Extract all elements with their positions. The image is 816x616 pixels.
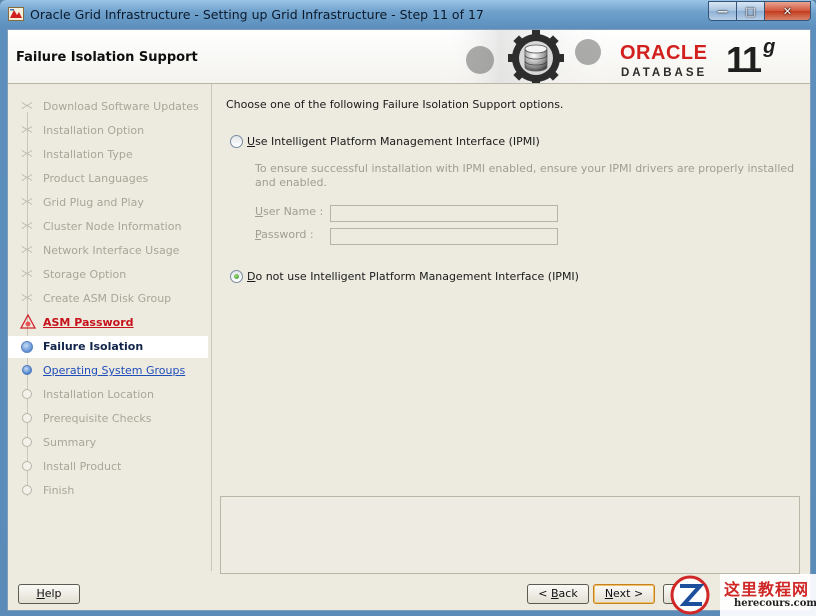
watermark-text: 这里教程网 xyxy=(724,580,810,599)
version-11g: 11 g xyxy=(726,36,775,80)
step-status-icon xyxy=(22,101,32,111)
nav-step-label: Prerequisite Checks xyxy=(43,412,152,425)
step-status-icon xyxy=(21,341,33,353)
username-field[interactable] xyxy=(330,205,558,222)
oracle-logo: ORACLE xyxy=(620,42,708,64)
step-status-icon xyxy=(22,413,32,423)
nav-step-network-interface-usage: Network Interface Usage xyxy=(8,240,208,262)
nav-step-label: Download Software Updates xyxy=(43,100,199,113)
back-button[interactable]: < Back xyxy=(527,584,589,604)
nav-step-create-asm-disk-group: Create ASM Disk Group xyxy=(8,288,208,310)
nav-step-installation-type: Installation Type xyxy=(8,144,208,166)
nav-step-label: Product Languages xyxy=(43,172,149,185)
step-status-icon xyxy=(22,437,32,447)
nav-step-summary: Summary xyxy=(8,432,208,454)
database-wordmark: DATABASE xyxy=(621,67,708,79)
main-content-panel: Choose one of the following Failure Isol… xyxy=(211,84,807,574)
nav-step-label: Installation Option xyxy=(43,124,145,137)
nav-step-cluster-node-information: Cluster Node Information xyxy=(8,216,208,238)
warning-icon xyxy=(20,314,36,329)
nav-step-install-product: Install Product xyxy=(8,456,208,478)
minimize-button[interactable]: — xyxy=(708,1,737,21)
step-status-icon xyxy=(22,269,32,279)
step-status-icon xyxy=(22,485,32,495)
nav-step-label: Summary xyxy=(43,436,97,449)
step-status-icon xyxy=(22,173,32,183)
step-status-icon xyxy=(22,389,32,399)
step-status-icon xyxy=(22,365,32,375)
nav-step-label: Cluster Node Information xyxy=(43,220,182,233)
step-status-icon xyxy=(22,125,32,135)
nav-step-installation-option: Installation Option xyxy=(8,120,208,142)
password-label: Password : xyxy=(255,228,314,241)
header-banner: Failure Isolation Support ORACLE DATABAS… xyxy=(8,30,810,84)
nav-step-failure-isolation[interactable]: Failure Isolation xyxy=(8,336,208,358)
no-ipmi-radio[interactable] xyxy=(230,270,243,283)
use-ipmi-radio[interactable] xyxy=(230,135,243,148)
nav-step-label: Network Interface Usage xyxy=(43,244,180,257)
step-status-icon xyxy=(22,245,32,255)
next-button[interactable]: Next > xyxy=(593,584,655,604)
no-ipmi-label[interactable]: Do not use Intelligent Platform Manageme… xyxy=(247,270,579,283)
nav-step-prerequisite-checks: Prerequisite Checks xyxy=(8,408,208,430)
nav-step-label: Finish xyxy=(43,484,75,497)
watermark-url: herecours.com xyxy=(734,598,816,609)
nav-step-label: Create ASM Disk Group xyxy=(43,292,172,305)
nav-step-label[interactable]: Failure Isolation xyxy=(43,340,143,353)
title-bar[interactable]: Oracle Grid Infrastructure - Setting up … xyxy=(0,0,816,28)
window-controls: — □ ✕ xyxy=(708,1,811,21)
nav-step-label[interactable]: ASM Password xyxy=(43,316,134,329)
use-ipmi-label[interactable]: Use Intelligent Platform Management Inte… xyxy=(247,135,540,148)
step-status-icon xyxy=(22,221,32,231)
nav-step-label: Installation Location xyxy=(43,388,154,401)
nav-step-label: Install Product xyxy=(43,460,122,473)
maximize-button[interactable]: □ xyxy=(736,1,765,21)
step-status-icon xyxy=(22,149,32,159)
nav-step-storage-option: Storage Option xyxy=(8,264,208,286)
close-button[interactable]: ✕ xyxy=(764,1,811,21)
nav-step-label: Installation Type xyxy=(43,148,133,161)
nav-step-grid-plug-and-play: Grid Plug and Play xyxy=(8,192,208,214)
gears-database-graphic xyxy=(438,30,618,83)
steps-navigation: Download Software Updates Installation Op… xyxy=(8,84,208,572)
nav-step-asm-password[interactable]: ASM Password xyxy=(8,312,208,334)
nav-step-installation-location: Installation Location xyxy=(8,384,208,406)
nav-step-label[interactable]: Operating System Groups xyxy=(43,364,185,377)
window-title: Oracle Grid Infrastructure - Setting up … xyxy=(30,7,484,22)
step-status-icon xyxy=(22,293,32,303)
nav-step-product-languages: Product Languages xyxy=(8,168,208,190)
message-area xyxy=(220,496,800,574)
ipmi-description: To ensure successful installation with I… xyxy=(255,162,795,189)
username-label: User Name : xyxy=(255,205,324,218)
installer-window: Oracle Grid Infrastructure - Setting up … xyxy=(0,0,816,616)
nav-step-download-software-updates: Download Software Updates xyxy=(8,96,208,118)
page-title: Failure Isolation Support xyxy=(16,50,198,65)
nav-step-finish: Finish xyxy=(8,480,208,502)
step-status-icon xyxy=(22,461,32,471)
intro-text: Choose one of the following Failure Isol… xyxy=(226,98,564,111)
nav-step-label: Storage Option xyxy=(43,268,127,281)
nav-step-label: Grid Plug and Play xyxy=(43,196,144,209)
nav-step-operating-system-groups[interactable]: Operating System Groups xyxy=(8,360,208,382)
installer-app-icon xyxy=(8,7,24,21)
installer-client-area: Failure Isolation Support ORACLE DATABAS… xyxy=(7,29,811,611)
step-status-icon xyxy=(22,197,32,207)
help-button[interactable]: Help xyxy=(18,584,80,604)
password-field[interactable] xyxy=(330,228,558,245)
